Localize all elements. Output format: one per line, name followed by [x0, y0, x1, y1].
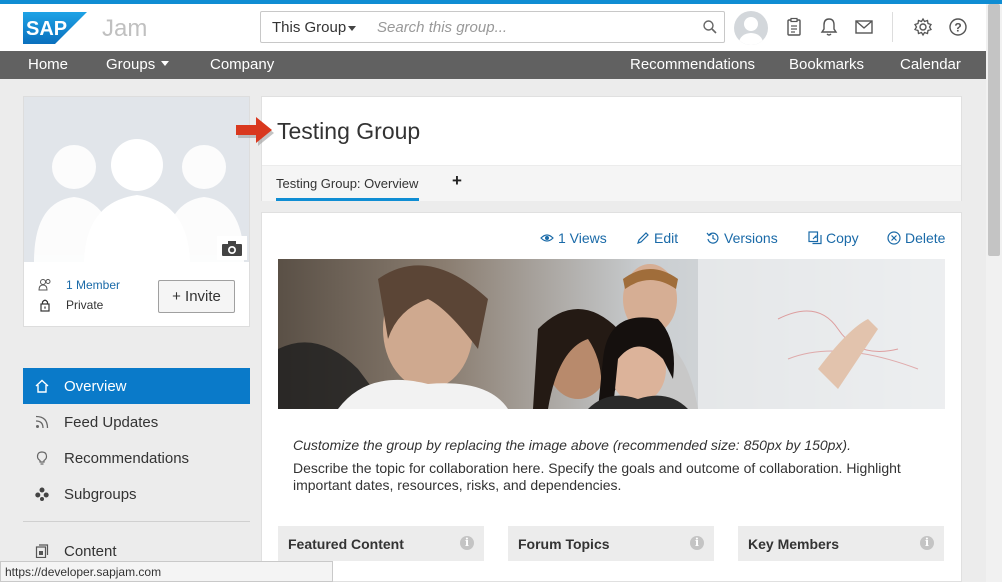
key-members-widget: Key Members i	[738, 526, 944, 561]
settings-gear-icon[interactable]	[912, 16, 934, 38]
feed-icon	[35, 415, 49, 429]
forum-topics-widget: Forum Topics i	[508, 526, 714, 561]
sidebar-item-recommendations[interactable]: Recommendations	[23, 440, 250, 476]
info-icon[interactable]: i	[690, 536, 704, 550]
info-icon[interactable]: i	[920, 536, 934, 550]
privacy-label: Private	[66, 298, 104, 312]
members-icon	[38, 279, 51, 291]
overview-content-card: 1 Views Edit Versions Copy Delete Custom…	[261, 212, 962, 582]
help-icon[interactable]: ?	[947, 16, 969, 38]
copy-button[interactable]: Copy	[808, 230, 859, 246]
search-input[interactable]	[377, 18, 687, 36]
history-icon	[706, 232, 719, 244]
chevron-down-icon	[348, 26, 356, 31]
group-header-card: Testing Group Testing Group: Overview +	[261, 96, 962, 201]
group-image-placeholder	[24, 97, 249, 262]
content-icon	[35, 544, 49, 558]
versions-button[interactable]: Versions	[706, 230, 778, 246]
lock-icon	[40, 299, 50, 312]
copy-label: Copy	[826, 230, 859, 246]
copy-icon	[808, 231, 822, 245]
group-profile-card: 1 Member Private + Invite	[23, 96, 250, 327]
sidebar-item-feed-updates[interactable]: Feed Updates	[23, 404, 250, 440]
pencil-icon	[637, 232, 649, 244]
nav-company[interactable]: Company	[210, 56, 274, 73]
messages-envelope-icon[interactable]	[853, 16, 875, 38]
user-silhouette-icon	[739, 17, 763, 45]
group-banner-image	[278, 259, 945, 409]
sidebar-item-subgroups[interactable]: Subgroups	[23, 476, 250, 512]
search-icon[interactable]	[702, 19, 718, 35]
group-tab-bar: Testing Group: Overview +	[262, 165, 961, 201]
views-count[interactable]: 1 Views	[540, 230, 607, 246]
main-nav: Home Groups Company Recommendations Book…	[0, 51, 986, 79]
sidebar-item-label: Overview	[64, 378, 127, 395]
versions-label: Versions	[724, 230, 778, 246]
sidebar-item-label: Feed Updates	[64, 414, 159, 431]
red-arrow-annotation-icon	[236, 117, 274, 146]
svg-text:SAP: SAP	[26, 18, 67, 40]
delete-label: Delete	[905, 230, 946, 246]
edit-button[interactable]: Edit	[636, 230, 678, 246]
svg-text:?: ?	[954, 21, 961, 35]
banner-size-hint: Customize the group by replacing the ima…	[293, 437, 851, 453]
edit-label: Edit	[654, 230, 679, 246]
search-scope-label: This Group	[272, 19, 347, 36]
info-icon[interactable]: i	[460, 536, 474, 550]
subgroups-icon	[35, 487, 49, 501]
camera-icon[interactable]	[217, 236, 247, 260]
lightbulb-icon	[36, 451, 48, 465]
home-icon	[35, 379, 49, 393]
notifications-bell-icon[interactable]	[818, 16, 840, 38]
member-count-link[interactable]: 1 Member	[66, 278, 120, 292]
page-title: Testing Group	[277, 118, 421, 144]
nav-bookmarks[interactable]: Bookmarks	[789, 56, 864, 73]
tab-overview[interactable]: Testing Group: Overview	[276, 176, 418, 191]
add-tab-button[interactable]: +	[452, 171, 462, 191]
featured-content-widget: Featured Content i	[278, 526, 484, 561]
eye-icon	[540, 234, 554, 242]
active-tab-indicator	[276, 198, 419, 201]
app-header: SAP Jam This Group Search this group... …	[0, 4, 986, 51]
sap-logo[interactable]: SAP	[23, 12, 87, 44]
browser-status-url: https://developer.sapjam.com	[0, 561, 333, 582]
sidebar-item-label: Content	[64, 543, 117, 560]
delete-circle-x-icon	[887, 231, 901, 245]
sidebar-divider	[23, 521, 250, 522]
chevron-down-icon	[161, 61, 170, 66]
sidebar-item-label: Subgroups	[64, 486, 137, 503]
team-photo-image	[278, 259, 945, 409]
widget-title: Featured Content	[288, 536, 404, 552]
sidebar-item-overview[interactable]: Overview	[23, 368, 250, 404]
sidebar-item-label: Recommendations	[64, 450, 190, 467]
search-box	[367, 11, 725, 43]
search-scope-dropdown[interactable]: This Group	[260, 11, 368, 43]
delete-button[interactable]: Delete	[887, 230, 945, 246]
nav-recommendations[interactable]: Recommendations	[630, 56, 755, 73]
widget-title: Key Members	[748, 536, 840, 552]
nav-home[interactable]: Home	[28, 56, 68, 73]
app-name: Jam	[102, 15, 148, 42]
nav-groups-label: Groups	[106, 56, 156, 73]
nav-calendar[interactable]: Calendar	[900, 56, 961, 73]
nav-groups[interactable]: Groups	[106, 56, 170, 73]
invite-button[interactable]: + Invite	[158, 280, 235, 313]
user-avatar[interactable]	[734, 11, 768, 45]
group-silhouettes-icon	[34, 139, 244, 262]
tasks-icon[interactable]	[783, 16, 805, 38]
header-divider	[892, 12, 893, 42]
group-description: Describe the topic for collaboration her…	[293, 460, 901, 493]
page-scrollbar-thumb[interactable]	[988, 4, 1000, 256]
views-label: 1 Views	[558, 230, 607, 246]
widget-title: Forum Topics	[518, 536, 610, 552]
